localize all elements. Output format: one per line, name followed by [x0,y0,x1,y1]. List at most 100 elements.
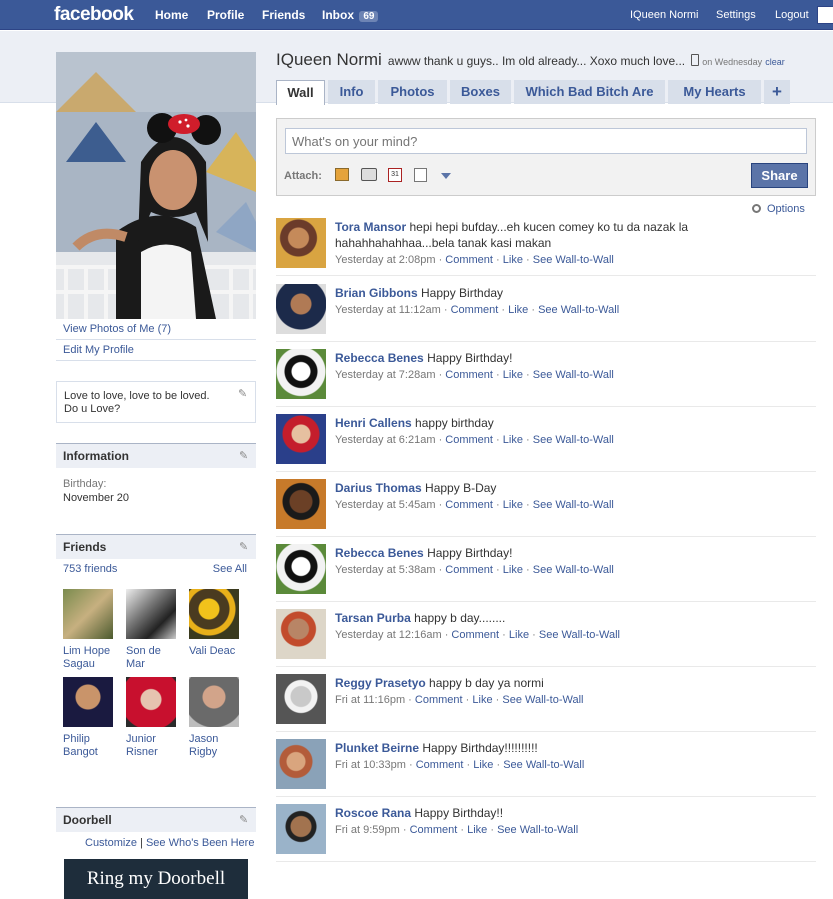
tab-which-bad-bitch-are[interactable]: Which Bad Bitch Are [514,80,665,104]
wall-to-wall-link[interactable]: See Wall-to-Wall [533,434,614,446]
poster-avatar[interactable] [276,349,326,399]
poster-name[interactable]: Roscoe Rana [335,806,411,820]
nav-user-name[interactable]: IQueen Normi [630,9,698,21]
poster-avatar[interactable] [276,739,326,789]
friend-name[interactable]: Junior [126,733,180,746]
like-link[interactable]: Like [503,369,523,381]
like-link[interactable]: Like [503,499,523,511]
nav-settings[interactable]: Settings [716,9,756,21]
view-photos-link[interactable]: View Photos of Me (7) [56,319,256,340]
poster-name[interactable]: Henri Callens [335,416,412,430]
friend-name[interactable]: Philip [63,733,117,746]
like-link[interactable]: Like [503,254,523,266]
poster-avatar[interactable] [276,218,326,268]
comment-link[interactable]: Comment [416,759,464,771]
like-link[interactable]: Like [473,759,493,771]
edit-pencil-icon[interactable]: ✎ [239,540,249,553]
comment-link[interactable]: Comment [445,564,493,576]
tab-info[interactable]: Info [328,80,375,104]
like-link[interactable]: Like [509,629,529,641]
wall-to-wall-link[interactable]: See Wall-to-Wall [497,824,578,836]
status-input[interactable] [285,128,807,154]
doorbell-banner[interactable]: Ring my Doorbell [64,859,248,899]
wall-to-wall-link[interactable]: See Wall-to-Wall [502,694,583,706]
friend-avatar[interactable] [63,589,113,639]
friend-avatar[interactable] [189,677,239,727]
poster-name[interactable]: Rebecca Benes [335,351,424,365]
friend-avatar[interactable] [63,677,113,727]
poster-avatar[interactable] [276,479,326,529]
doorbell-see-who-link[interactable]: See Who's Been Here [146,837,255,849]
wall-to-wall-link[interactable]: See Wall-to-Wall [533,369,614,381]
friend-name[interactable]: Jason [189,733,243,746]
nav-inbox[interactable]: Inbox 69 [322,8,379,22]
facebook-logo[interactable]: facebook [54,4,134,26]
nav-profile[interactable]: Profile [207,8,244,22]
nav-logout[interactable]: Logout [775,9,809,21]
poster-avatar[interactable] [276,674,326,724]
poster-name[interactable]: Plunket Beirne [335,741,419,755]
link-attach-icon[interactable] [414,168,427,182]
poster-avatar[interactable] [276,609,326,659]
poster-name[interactable]: Reggy Prasetyo [335,676,426,690]
edit-pencil-icon[interactable]: ✎ [239,449,249,462]
poster-avatar[interactable] [276,284,326,334]
photo-attach-icon[interactable] [335,168,349,181]
wall-to-wall-link[interactable]: See Wall-to-Wall [533,499,614,511]
friend-avatar[interactable] [126,677,176,727]
share-button[interactable]: Share [751,163,808,188]
poster-avatar[interactable] [276,414,326,464]
profile-photo[interactable] [56,52,256,319]
poster-avatar[interactable] [276,544,326,594]
friend-name-line2[interactable]: Sagau [63,658,117,671]
poster-name[interactable]: Tora Mansor [335,220,406,234]
video-attach-icon[interactable] [361,168,377,181]
search-input[interactable] [817,6,833,24]
friend-name-line2[interactable]: Rigby [189,746,243,759]
view-photos-text[interactable]: View Photos of Me (7) [63,323,171,335]
doorbell-customize-link[interactable]: Customize [85,837,137,849]
poster-name[interactable]: Rebecca Benes [335,546,424,560]
wall-to-wall-link[interactable]: See Wall-to-Wall [533,254,614,266]
friend-item[interactable]: Son de Mar [126,589,180,671]
friend-name[interactable]: Son de Mar [126,645,180,671]
friend-item[interactable]: Junior Risner [126,677,180,759]
comment-link[interactable]: Comment [445,434,493,446]
tab-boxes[interactable]: Boxes [450,80,511,104]
tab-photos[interactable]: Photos [378,80,447,104]
tab-wall[interactable]: Wall [276,80,325,105]
options-text[interactable]: Options [767,203,805,215]
friend-name-line2[interactable]: Bangot [63,746,117,759]
friend-avatar[interactable] [126,589,176,639]
tab-my-hearts[interactable]: My Hearts [668,80,761,104]
see-all-friends-link[interactable]: See All [213,563,247,575]
comment-link[interactable]: Comment [445,499,493,511]
nav-home[interactable]: Home [155,8,188,22]
comment-link[interactable]: Comment [445,254,493,266]
poster-avatar[interactable] [276,804,326,854]
friend-item[interactable]: Jason Rigby [189,677,243,759]
wall-to-wall-link[interactable]: See Wall-to-Wall [539,629,620,641]
edit-pencil-icon[interactable]: ✎ [239,813,249,826]
like-link[interactable]: Like [472,694,492,706]
wall-to-wall-link[interactable]: See Wall-to-Wall [538,304,619,316]
comment-link[interactable]: Comment [410,824,458,836]
comment-link[interactable]: Comment [451,304,499,316]
friend-name-line2[interactable]: Risner [126,746,180,759]
friend-avatar[interactable] [189,589,239,639]
wall-to-wall-link[interactable]: See Wall-to-Wall [503,759,584,771]
friend-name[interactable]: Vali Deac [189,645,243,658]
friend-item[interactable]: Lim Hope Sagau [63,589,117,671]
nav-friends[interactable]: Friends [262,8,305,22]
poster-name[interactable]: Tarsan Purba [335,611,411,625]
comment-link[interactable]: Comment [415,694,463,706]
friend-item[interactable]: Vali Deac [189,589,243,658]
like-link[interactable]: Like [503,564,523,576]
event-attach-icon[interactable]: 31 [388,168,402,182]
like-link[interactable]: Like [467,824,487,836]
friend-item[interactable]: Philip Bangot [63,677,117,759]
more-attachments-dropdown-icon[interactable] [441,173,451,179]
like-link[interactable]: Like [508,304,528,316]
like-link[interactable]: Like [503,434,523,446]
friends-count-link[interactable]: 753 friends [63,563,117,575]
